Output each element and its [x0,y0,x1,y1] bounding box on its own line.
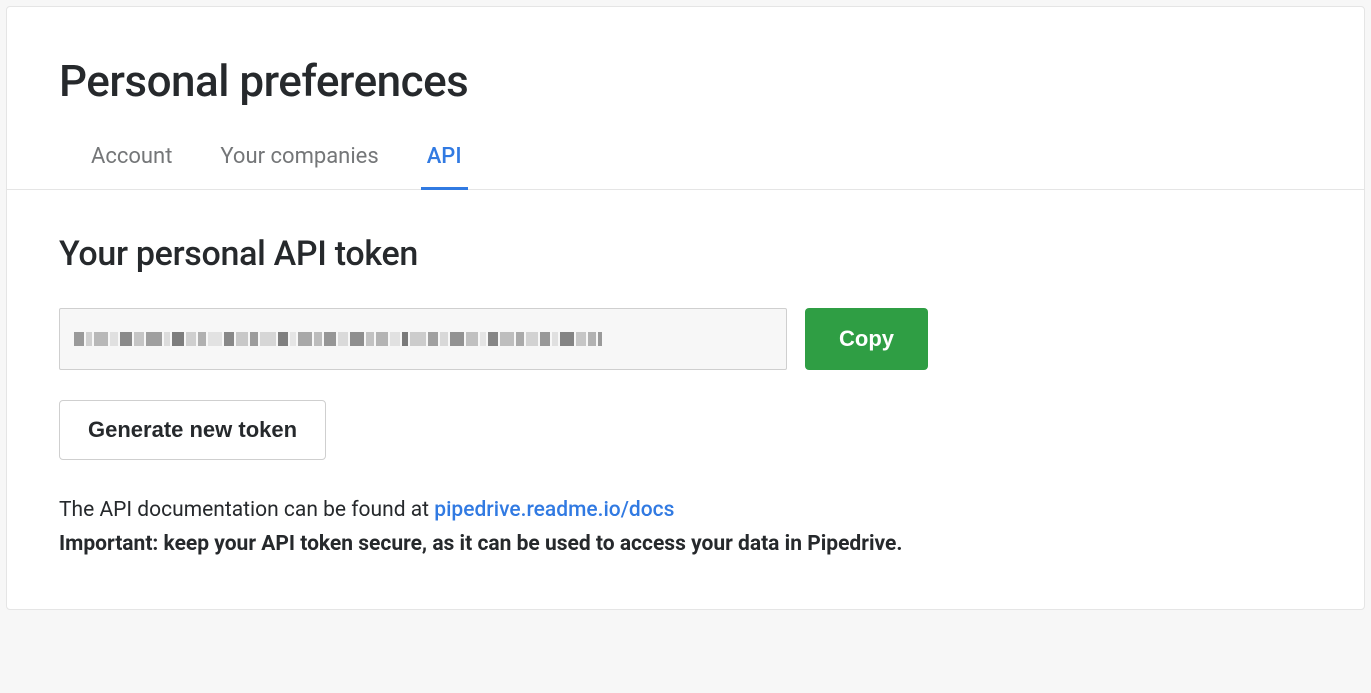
api-docs-link[interactable]: pipedrive.readme.io/docs [434,498,674,522]
panel-body: Your personal API token Copy Generate ne… [7,190,1364,609]
panel-header: Personal preferences Account Your compan… [7,7,1364,189]
api-token-field[interactable] [59,308,787,370]
page-title: Personal preferences [59,55,1312,107]
preferences-panel: Personal preferences Account Your compan… [6,6,1365,610]
important-warning: Important: keep your API token secure, a… [59,532,902,556]
section-title: Your personal API token [59,234,1312,274]
api-info-text: The API documentation can be found at pi… [59,494,1312,561]
tab-api[interactable]: API [421,140,468,190]
tab-your-companies[interactable]: Your companies [214,140,384,190]
tab-account[interactable]: Account [85,140,178,190]
token-row: Copy [59,308,1312,370]
copy-button[interactable]: Copy [805,308,928,370]
api-token-masked-value [74,329,772,349]
generate-new-token-button[interactable]: Generate new token [59,400,326,460]
doc-text-prefix: The API documentation can be found at [59,498,434,522]
tabs: Account Your companies API [59,139,1312,189]
